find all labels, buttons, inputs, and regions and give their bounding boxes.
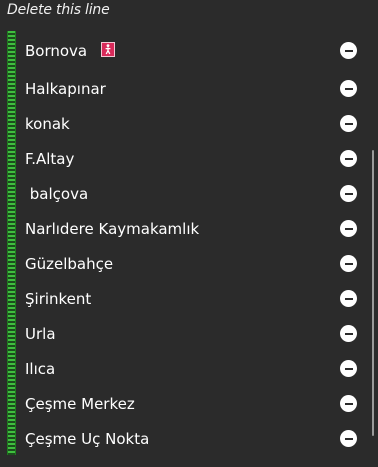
minus-circle-icon	[344, 367, 353, 370]
stop-name: Narlıdere Kaymakamlık	[25, 220, 200, 238]
stop-item: Ilıca	[0, 352, 370, 386]
stop-name: Halkapınar	[25, 80, 106, 98]
scrollbar[interactable]	[372, 150, 374, 436]
delete-line-title[interactable]: Delete this line	[7, 2, 110, 18]
minus-circle-icon	[344, 227, 353, 230]
minus-circle-icon	[344, 49, 353, 52]
stop-item: Çeşme Uç Nokta	[0, 422, 370, 456]
stop-name: Şirinkent	[25, 290, 92, 308]
stop-name: Çeşme Merkez	[25, 395, 135, 413]
remove-stop-button[interactable]	[340, 42, 357, 59]
remove-stop-button[interactable]	[340, 255, 357, 272]
stop-item: Narlıdere Kaymakamlık	[0, 212, 370, 246]
stop-item: Halkapınar	[0, 72, 370, 106]
stop-name: F.Altay	[25, 150, 75, 168]
minus-circle-icon	[344, 262, 353, 265]
remove-stop-button[interactable]	[340, 185, 357, 202]
minus-circle-icon	[344, 437, 353, 440]
minus-circle-icon	[344, 297, 353, 300]
minus-circle-icon	[344, 402, 353, 405]
remove-stop-button[interactable]	[340, 220, 357, 237]
remove-stop-button[interactable]	[340, 395, 357, 412]
remove-stop-button[interactable]	[340, 360, 357, 377]
remove-stop-button[interactable]	[340, 115, 357, 132]
accessible-icon	[101, 42, 115, 57]
remove-stop-button[interactable]	[340, 325, 357, 342]
stop-name: konak	[25, 115, 70, 133]
minus-circle-icon	[344, 87, 353, 90]
stop-list-panel: Delete this line Bornova Halkapınar kona…	[0, 0, 378, 467]
stop-item: Bornova	[0, 34, 370, 68]
stop-name: Urla	[25, 325, 56, 343]
stop-name: balçova	[25, 185, 89, 203]
stop-name: Ilıca	[25, 360, 56, 378]
stop-item: F.Altay	[0, 142, 370, 176]
stop-name: Güzelbahçe	[25, 255, 114, 273]
remove-stop-button[interactable]	[340, 290, 357, 307]
remove-stop-button[interactable]	[340, 150, 357, 167]
minus-circle-icon	[344, 332, 353, 335]
stop-name: Çeşme Uç Nokta	[25, 430, 150, 448]
minus-circle-icon	[344, 122, 353, 125]
stop-item: Güzelbahçe	[0, 247, 370, 281]
stop-item: Şirinkent	[0, 282, 370, 316]
stop-item: Çeşme Merkez	[0, 387, 370, 421]
stop-item: Urla	[0, 317, 370, 351]
stop-item: balçova	[0, 177, 370, 211]
stop-name: Bornova	[25, 42, 88, 60]
minus-circle-icon	[344, 157, 353, 160]
minus-circle-icon	[344, 192, 353, 195]
remove-stop-button[interactable]	[340, 430, 357, 447]
remove-stop-button[interactable]	[340, 80, 357, 97]
stop-item: konak	[0, 107, 370, 141]
